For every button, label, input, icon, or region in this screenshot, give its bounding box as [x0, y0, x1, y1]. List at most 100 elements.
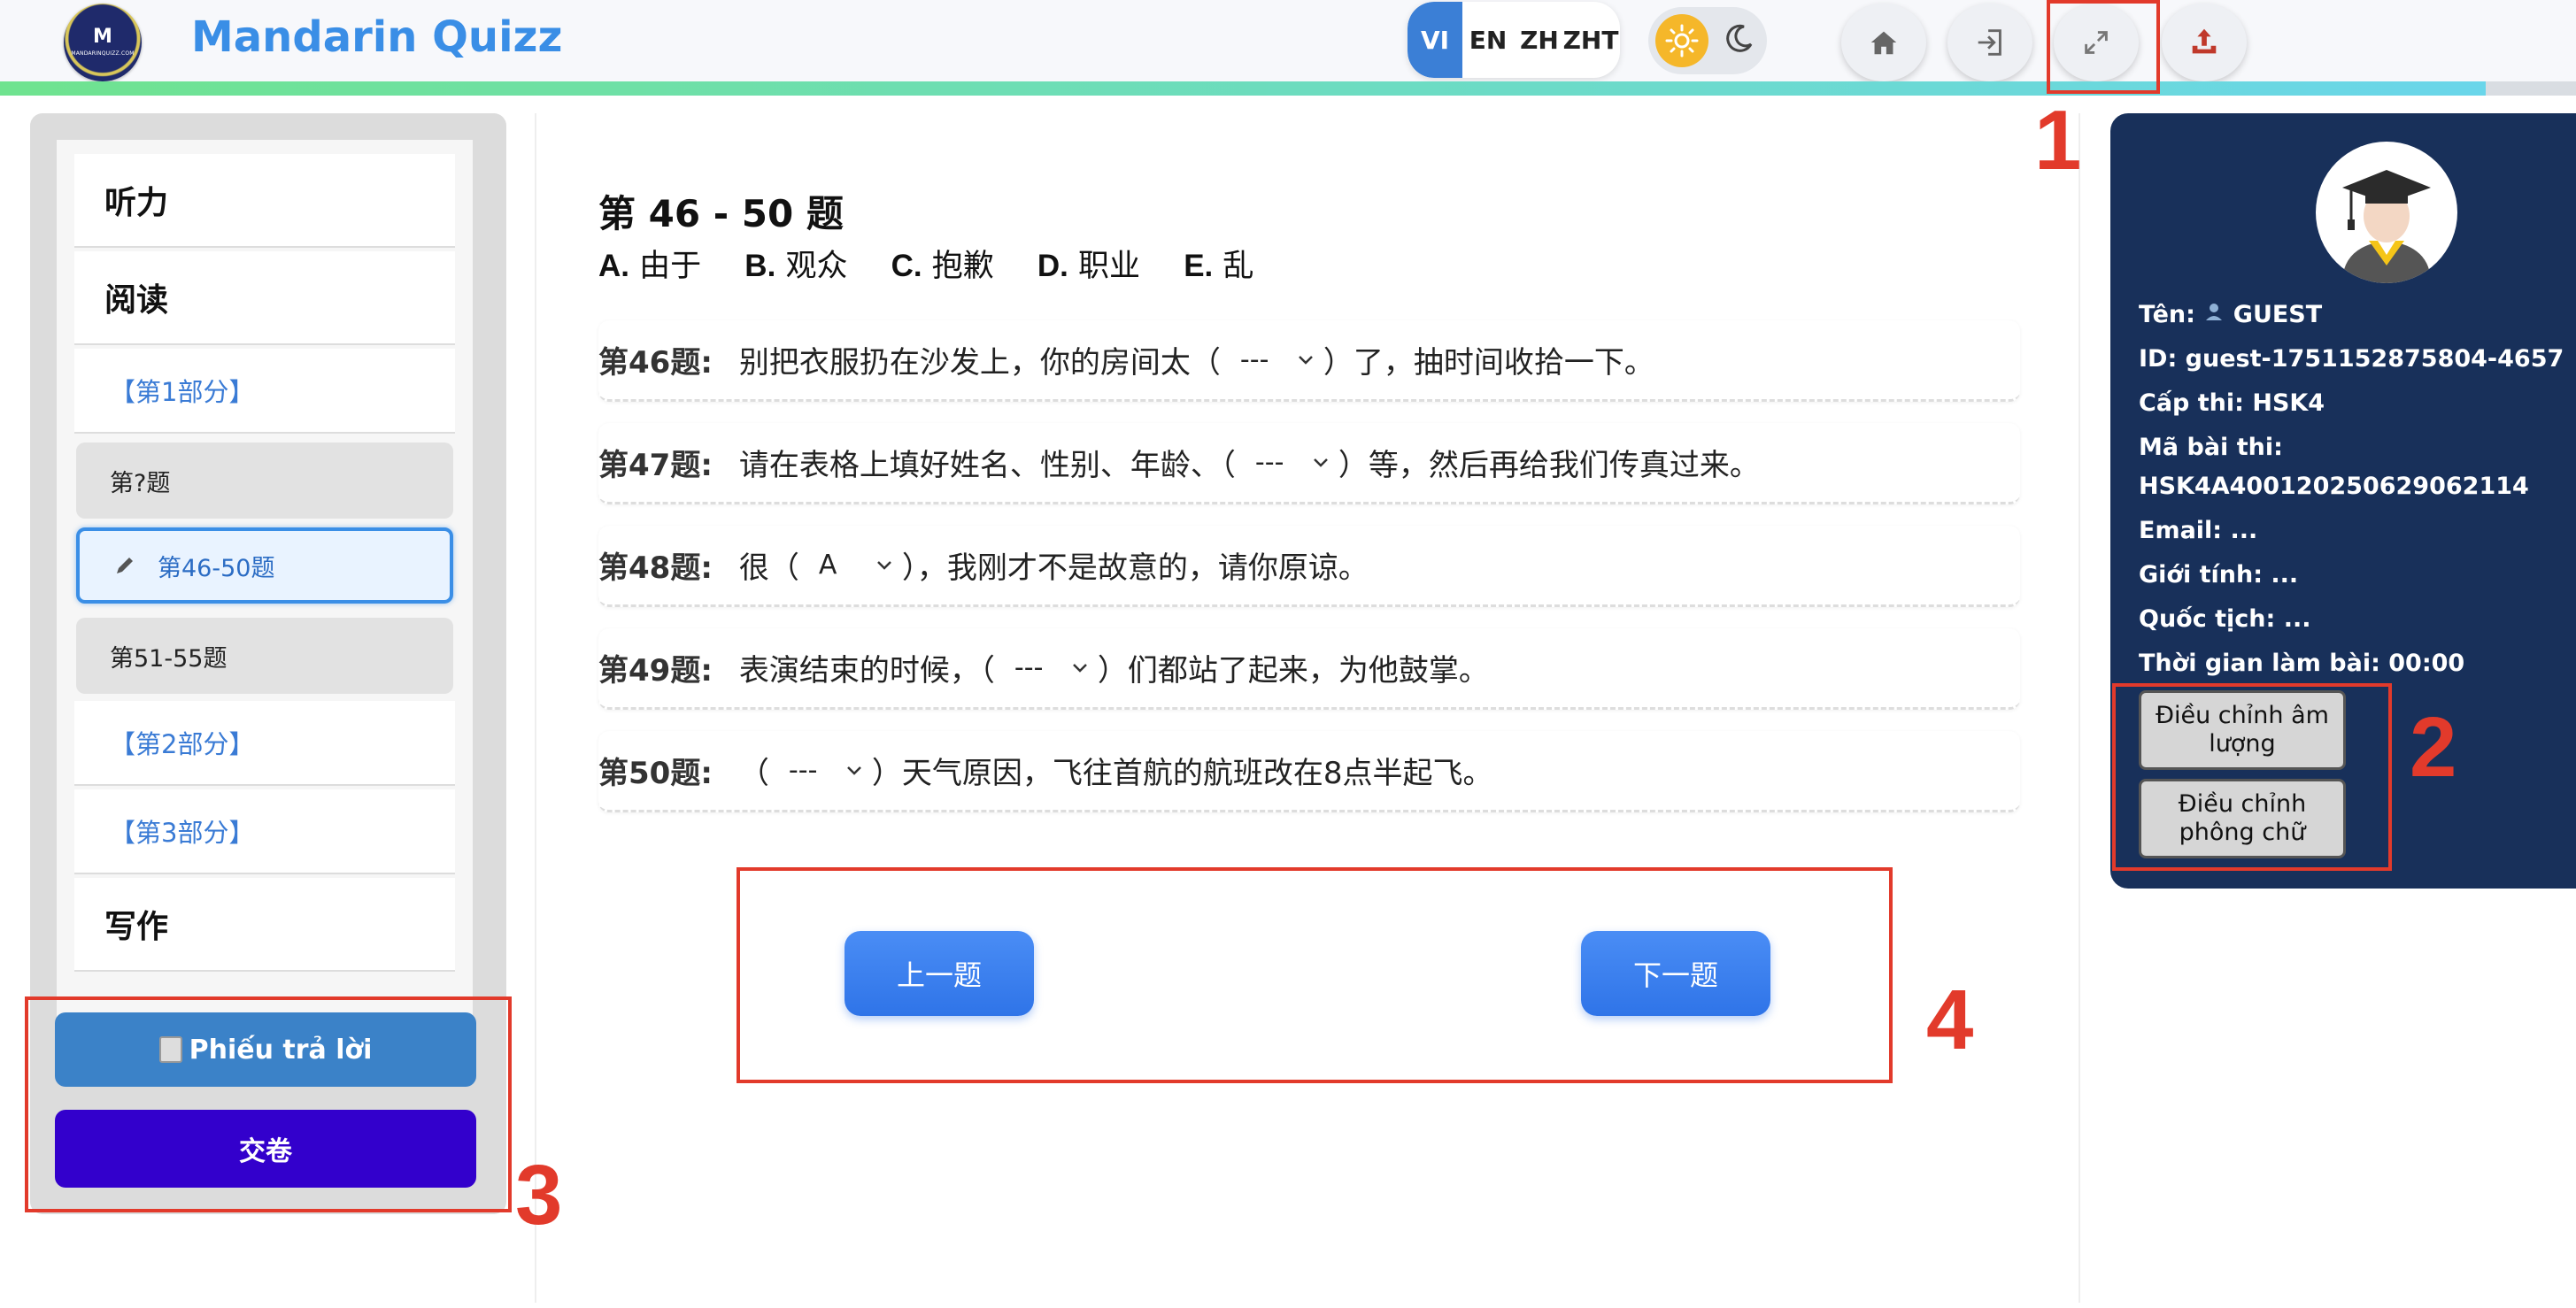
graduate-avatar-icon: [2342, 170, 2431, 283]
question-row: 第47题: 请在表格上填好姓名、性别、年龄、（ --- ）等，然后再给我们传真过…: [598, 423, 2020, 504]
logo-small-text: MANDARINQUIZZ.COM: [71, 50, 135, 57]
question-row: 第48题: 很（ A ），我刚才不是故意的，请你原谅。: [598, 526, 2020, 607]
logo[interactable]: M MANDARINQUIZZ.COM: [64, 4, 142, 81]
option-letter: C.: [891, 249, 922, 283]
answer-select-value: ---: [1014, 652, 1044, 683]
nav-question-51-55[interactable]: 第51-55题: [76, 618, 453, 694]
answer-select-value: ---: [788, 755, 818, 786]
question-row: 第46题: 别把衣服扔在沙发上，你的房间太（ --- ）了，抽时间收拾一下。: [598, 320, 2020, 402]
nav-listening[interactable]: 听力: [74, 154, 455, 248]
main-content: 第 46 - 50 题 A. 由于 B. 观众 C. 抱歉 D. 职业 E. 乱…: [535, 113, 2080, 1303]
user-name: Tên: GUEST: [2139, 301, 2322, 328]
option-letter: D.: [1037, 249, 1068, 283]
annotation-number-2: 2: [2410, 700, 2457, 795]
question-text-after: ）天气原因，飞往首航的航班改在8点半起飞。: [871, 756, 1493, 791]
lang-vi[interactable]: VI: [1408, 2, 1462, 78]
question-row: 第49题: 表演结束的时候，（ --- ）们都站了起来，为他鼓掌。: [598, 628, 2020, 710]
option-word: 抱歉: [931, 249, 994, 284]
option-b: B. 观众: [744, 249, 847, 284]
option-word: 观众: [785, 249, 848, 284]
user-level: Cấp thi: HSK4: [2139, 389, 2325, 417]
option-word: 职业: [1078, 249, 1141, 284]
home-icon: [1870, 31, 1897, 55]
nav-part1[interactable]: 【第1部分】: [74, 349, 455, 434]
annotation-number-1: 1: [2034, 93, 2082, 188]
logo-letter: M: [93, 26, 112, 48]
option-word: 由于: [639, 249, 702, 284]
progress-bar: [0, 81, 2576, 96]
upload-button[interactable]: [2162, 4, 2247, 81]
question-number: 第50题:: [598, 756, 713, 791]
user-nationality: Quốc tịch: ...: [2139, 605, 2311, 633]
option-letter: A.: [598, 249, 629, 283]
answer-select[interactable]: ---: [995, 652, 1098, 683]
annotation-box-1: [2047, 0, 2160, 94]
option-a: A. 由于: [598, 249, 701, 284]
word-options: A. 由于 B. 观众 C. 抱歉 D. 职业 E. 乱: [598, 241, 1287, 286]
question-text-before: 很（: [738, 550, 799, 586]
login-icon: [1978, 29, 2001, 56]
lang-zht[interactable]: ZHT: [1563, 2, 1619, 78]
answer-select[interactable]: A: [799, 550, 902, 581]
lang-zh[interactable]: ZH: [1514, 2, 1565, 78]
option-c: C. 抱歉: [891, 249, 994, 284]
question-number: 第49题:: [598, 653, 713, 689]
nav-part2[interactable]: 【第2部分】: [74, 701, 455, 786]
annotation-number-3: 3: [515, 1148, 563, 1243]
question-text-after: ）了，抽时间收拾一下。: [1323, 345, 1654, 381]
moon-icon: [1726, 24, 1753, 52]
user-email: Email: ...: [2139, 517, 2258, 544]
answer-select-value: ---: [1254, 447, 1284, 478]
annotation-number-4: 4: [1926, 973, 1974, 1067]
answer-select-value: ---: [1239, 344, 1269, 375]
question-text-before: （: [738, 756, 769, 791]
exam-code: HSK4A400120250629062114: [2139, 473, 2529, 500]
option-e: E. 乱: [1184, 249, 1253, 284]
question-text-before: 请在表格上填好姓名、性别、年龄、（: [738, 448, 1236, 483]
chevron-down-icon: [847, 766, 861, 775]
annotation-box-3: [25, 996, 512, 1212]
user-name-label: Tên:: [2139, 301, 2195, 328]
question-text-after: ），我刚才不是故意的，请你原谅。: [901, 550, 1369, 586]
prev-question-button[interactable]: 上一题: [845, 931, 1034, 1016]
theme-toggle[interactable]: [1648, 7, 1767, 74]
language-switcher: VI EN ZH ZHT: [1408, 2, 1620, 78]
user-name-value: GUEST: [2233, 301, 2323, 328]
pencil-icon: [117, 558, 133, 573]
exam-timer: Thời gian làm bài: 00:00: [2139, 650, 2465, 677]
lang-en[interactable]: EN: [1462, 2, 1514, 78]
avatar: [2316, 142, 2457, 283]
chevron-down-icon: [1299, 355, 1313, 365]
nav-question-46-50[interactable]: 第46-50题: [76, 527, 453, 604]
answer-select[interactable]: ---: [769, 755, 872, 786]
nav-question-unknown[interactable]: 第?题: [76, 442, 453, 519]
answer-select[interactable]: ---: [1221, 344, 1323, 375]
login-button[interactable]: [1947, 4, 2032, 81]
top-header: M MANDARINQUIZZ.COM Mandarin Quizz VI EN…: [0, 0, 2576, 96]
question-number: 第46题:: [598, 345, 713, 381]
answer-select[interactable]: ---: [1236, 447, 1338, 478]
user-gender: Giới tính: ...: [2139, 561, 2299, 589]
next-question-button[interactable]: 下一题: [1581, 931, 1770, 1016]
annotation-box-2: [2112, 683, 2392, 871]
sun-icon: [1655, 14, 1708, 67]
user-icon: [2206, 304, 2223, 320]
nav-reading[interactable]: 阅读: [74, 251, 455, 345]
question-number: 第48题:: [598, 550, 713, 586]
app-title: Mandarin Quizz: [191, 12, 563, 62]
exam-code-label: Mã bài thi:: [2139, 434, 2283, 461]
nav-writing[interactable]: 写作: [74, 878, 455, 972]
option-d: D. 职业: [1037, 249, 1140, 284]
question-text-before: 别把衣服扔在沙发上，你的房间太（: [738, 345, 1221, 381]
chevron-down-icon: [1314, 458, 1328, 467]
home-button[interactable]: [1841, 4, 1926, 81]
chevron-down-icon: [1073, 663, 1087, 673]
question-text-after: ）等，然后再给我们传真过来。: [1338, 448, 1760, 483]
question-row: 第50题: （ --- ）天气原因，飞往首航的航班改在8点半起飞。: [598, 731, 2020, 812]
nav-part3[interactable]: 【第3部分】: [74, 789, 455, 874]
nav-question-46-50-label: 第46-50题: [158, 554, 275, 582]
option-word: 乱: [1222, 249, 1254, 284]
question-text-after: ）们都站了起来，为他鼓掌。: [1097, 653, 1489, 689]
answer-select-value: A: [818, 550, 837, 581]
section-title: 第 46 - 50 题: [598, 192, 844, 235]
